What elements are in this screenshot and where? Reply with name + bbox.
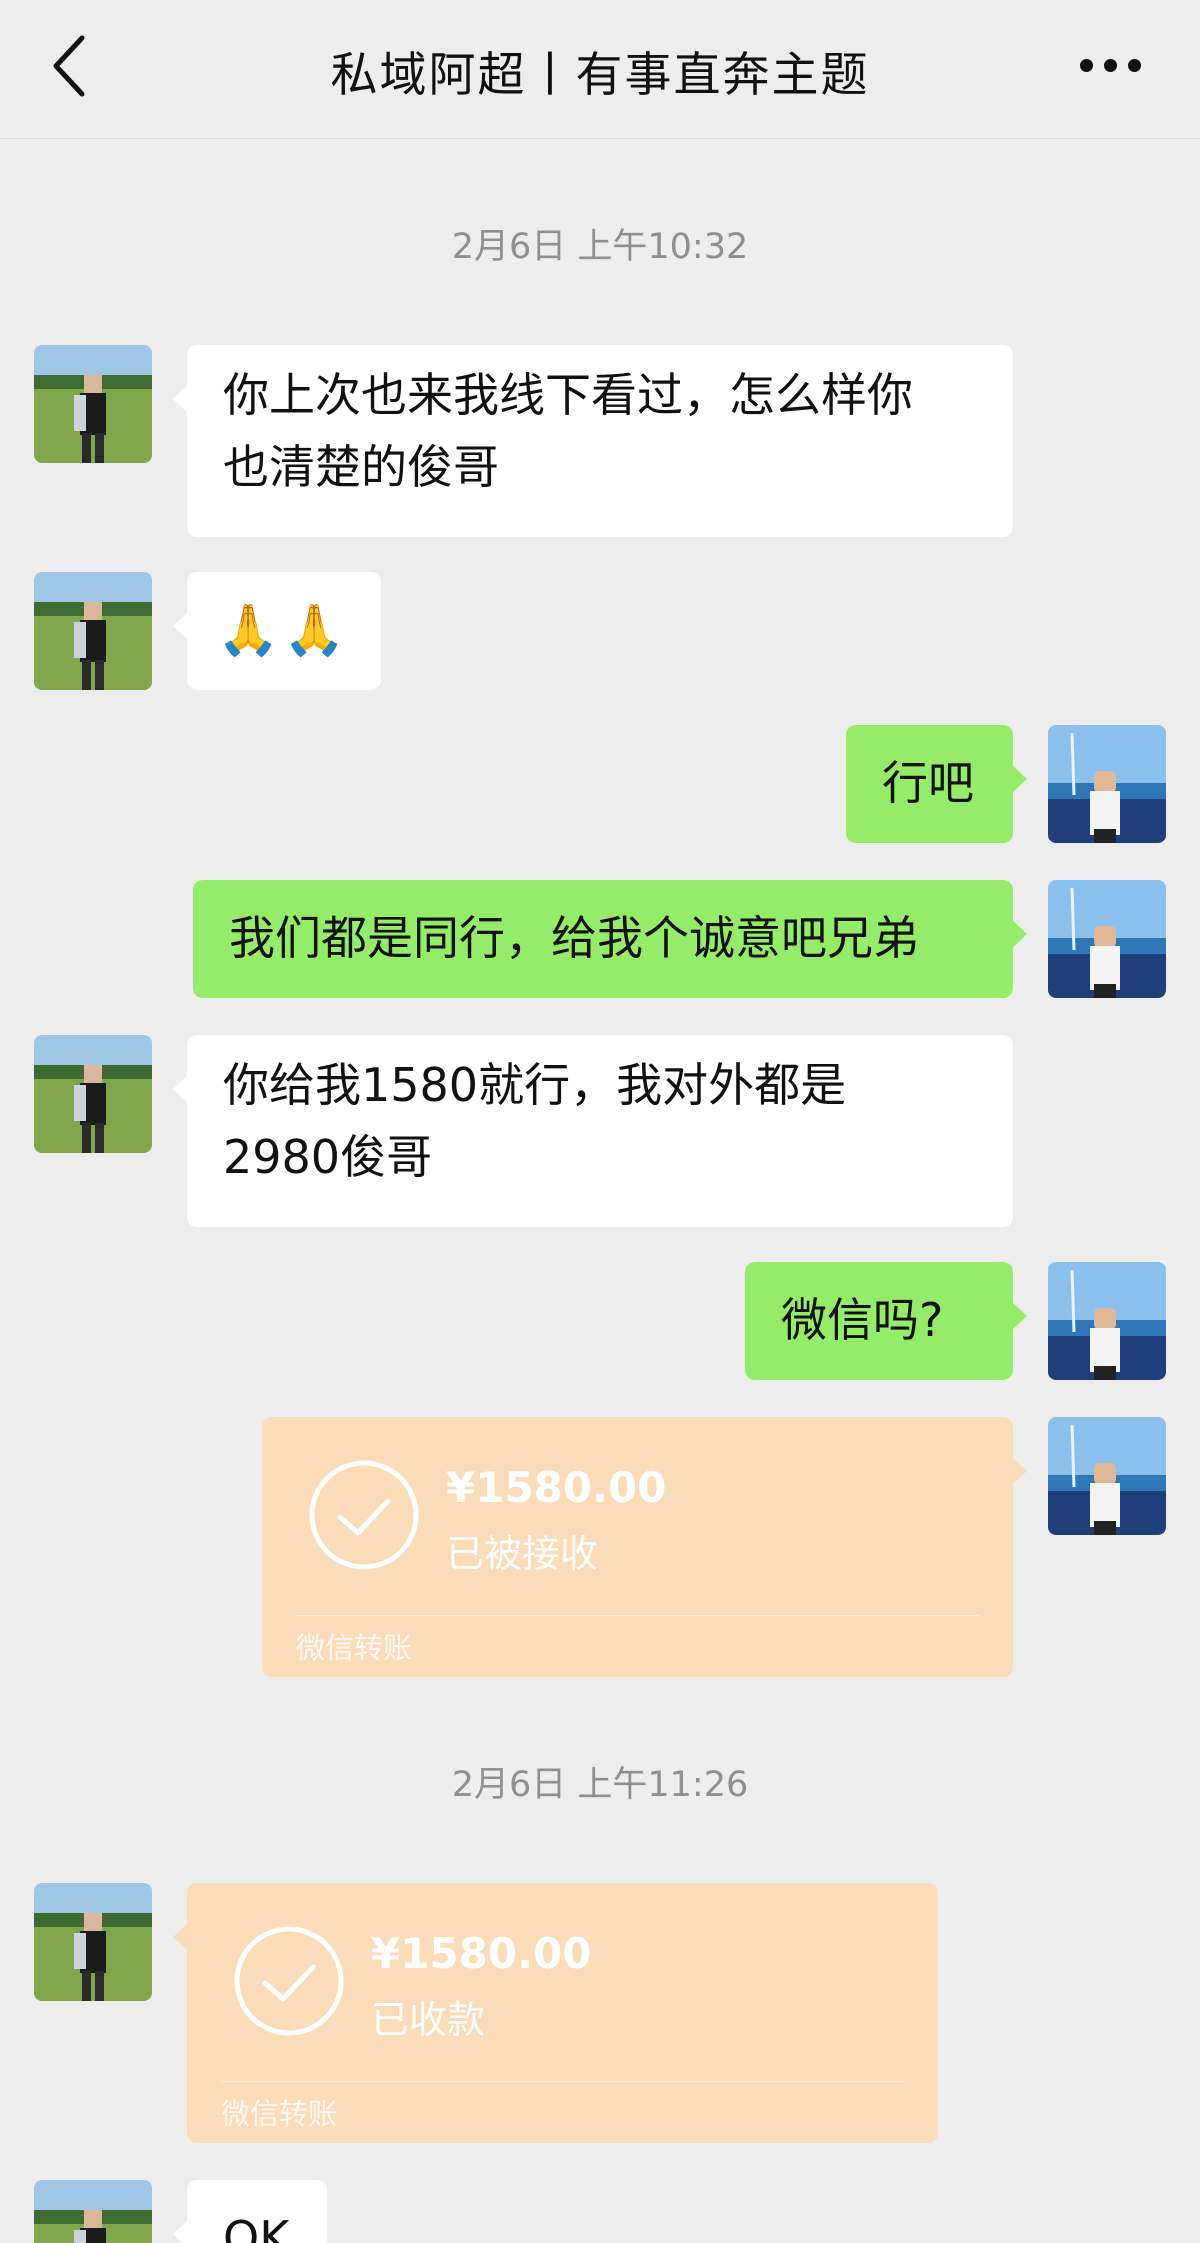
more-horizontal-icon bbox=[1104, 58, 1117, 72]
transfer-divider bbox=[296, 1615, 979, 1616]
chat-screen: 私域阿超丨有事直奔主题 2月6日 上午10:32 你上次也来我线下看过，怎么样你… bbox=[0, 0, 1200, 2243]
message-bubble[interactable]: OK bbox=[173, 2180, 327, 2243]
check-circle-icon bbox=[234, 1926, 344, 2036]
emoji-message: 🙏🙏 bbox=[217, 601, 350, 659]
transfer-amount: ¥1580.00 bbox=[446, 1463, 667, 1512]
transfer-status: 已被接收 bbox=[446, 1532, 599, 1576]
message-text: 行吧 bbox=[882, 756, 974, 810]
transfer-card[interactable]: ¥1580.00 已被接收 微信转账 bbox=[262, 1417, 1027, 1677]
message-bubble[interactable]: 我们都是同行，给我个诚意吧兄弟 bbox=[193, 880, 1027, 998]
more-horizontal-icon bbox=[1080, 58, 1093, 72]
message-bubble[interactable]: 你给我1580就行，我对外都是 2980俊哥 bbox=[173, 1035, 1013, 1227]
message-text: OK bbox=[223, 2211, 290, 2243]
transfer-divider bbox=[221, 2081, 904, 2082]
chat-title: 私域阿超丨有事直奔主题 bbox=[330, 48, 870, 103]
check-circle-icon bbox=[309, 1460, 419, 1570]
transfer-amount: ¥1580.00 bbox=[371, 1929, 592, 1978]
transfer-label: 微信转账 bbox=[296, 1631, 413, 1665]
my-avatar[interactable] bbox=[1048, 1417, 1166, 1535]
chevron-left-icon bbox=[53, 35, 85, 97]
my-avatar[interactable] bbox=[1048, 725, 1166, 843]
timestamp: 2月6日 上午10:32 bbox=[451, 227, 749, 267]
transfer-label: 微信转账 bbox=[221, 2097, 338, 2131]
chat-header: 私域阿超丨有事直奔主题 bbox=[0, 0, 1200, 139]
contact-avatar[interactable] bbox=[34, 345, 152, 463]
message-bubble[interactable]: 🙏🙏 bbox=[173, 572, 381, 690]
contact-avatar[interactable] bbox=[34, 1035, 152, 1153]
my-avatar[interactable] bbox=[1048, 880, 1166, 998]
more-button[interactable] bbox=[1080, 50, 1144, 80]
contact-avatar[interactable] bbox=[34, 1883, 152, 2001]
message-text: 我们都是同行，给我个诚意吧兄弟 bbox=[229, 911, 919, 965]
message-bubble[interactable]: 行吧 bbox=[846, 725, 1027, 843]
transfer-status: 已收款 bbox=[371, 1998, 486, 2042]
transfer-card[interactable]: ¥1580.00 已收款 微信转账 bbox=[173, 1883, 938, 2143]
message-text: 你上次也来我线下看过，怎么样你 也清楚的俊哥 bbox=[223, 368, 913, 494]
message-text: 微信吗? bbox=[781, 1293, 944, 1347]
my-avatar[interactable] bbox=[1048, 1262, 1166, 1380]
contact-avatar[interactable] bbox=[34, 2180, 152, 2243]
timestamp: 2月6日 上午11:26 bbox=[451, 1765, 749, 1805]
more-horizontal-icon bbox=[1128, 58, 1141, 72]
back-button[interactable] bbox=[42, 30, 102, 102]
contact-avatar[interactable] bbox=[34, 572, 152, 690]
message-bubble[interactable]: 微信吗? bbox=[745, 1262, 1027, 1380]
message-bubble[interactable]: 你上次也来我线下看过，怎么样你 也清楚的俊哥 bbox=[173, 345, 1013, 537]
message-text: 你给我1580就行，我对外都是 2980俊哥 bbox=[223, 1058, 847, 1184]
